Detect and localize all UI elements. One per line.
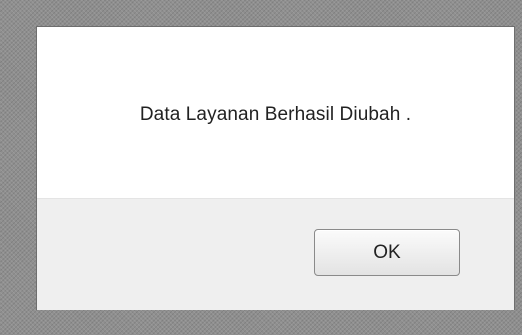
dialog-body: Data Layanan Berhasil Diubah . [37,27,514,198]
dialog-footer: OK [37,198,514,310]
alert-dialog: Data Layanan Berhasil Diubah . OK [36,26,515,310]
ok-button[interactable]: OK [314,229,460,276]
dialog-message: Data Layanan Berhasil Diubah . [139,103,412,125]
